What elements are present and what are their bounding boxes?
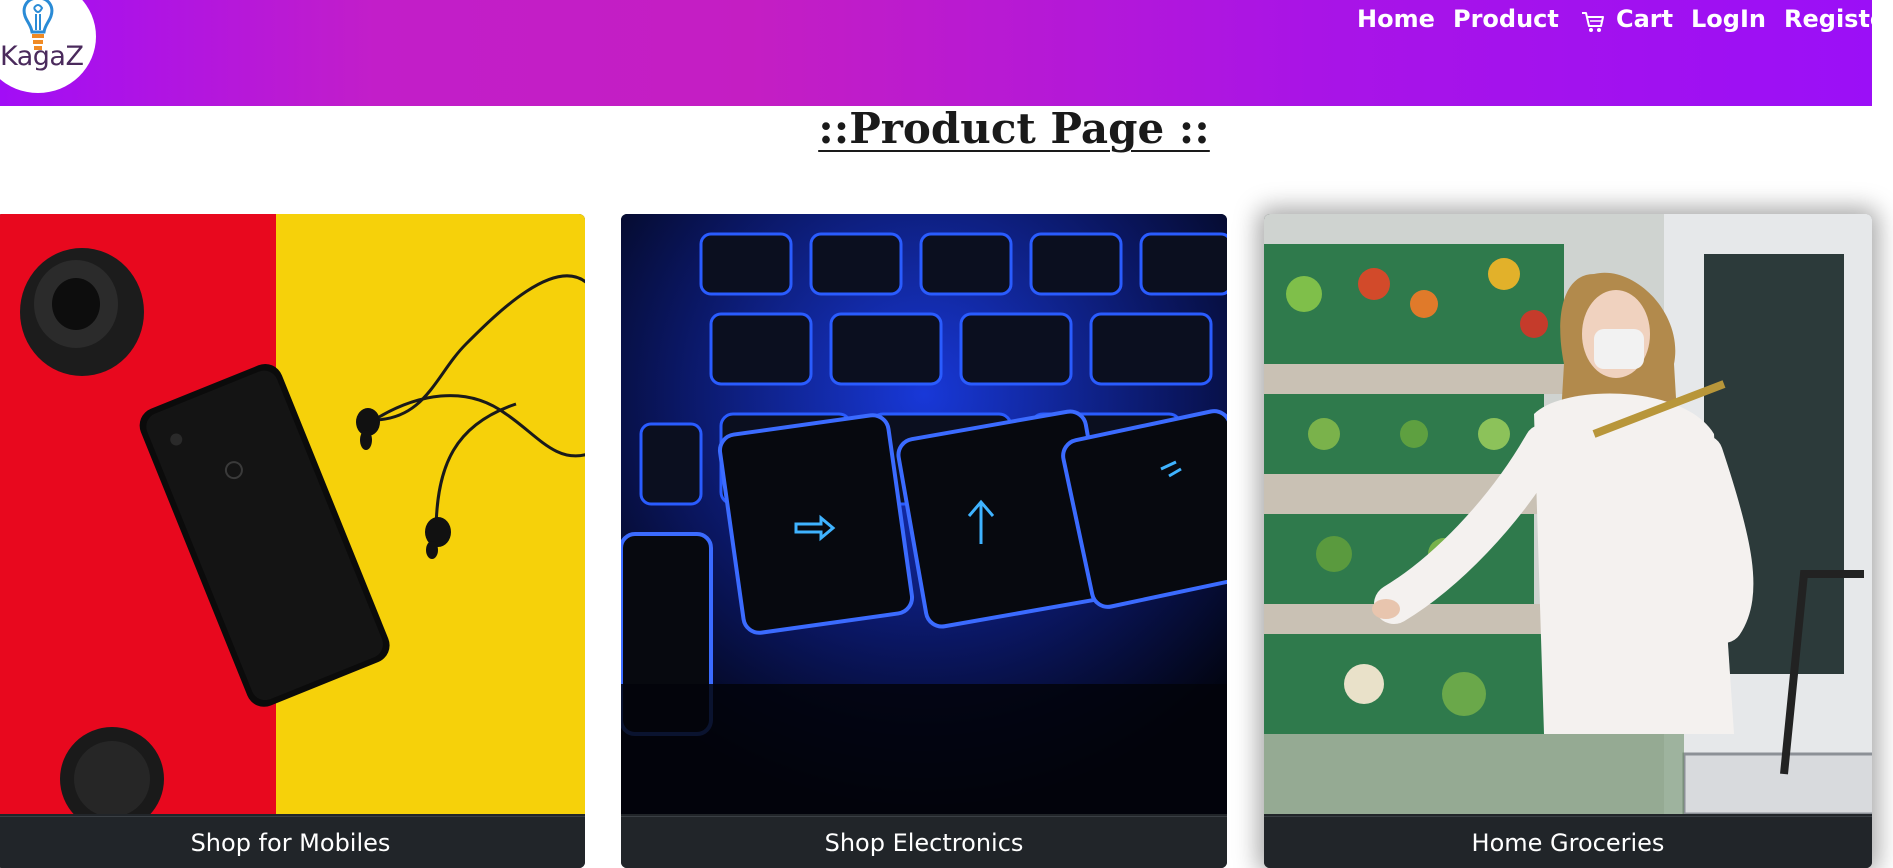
nav-cart-label: Cart xyxy=(1616,5,1674,33)
groceries-image xyxy=(1264,214,1872,814)
electronics-image xyxy=(621,214,1227,814)
nav-product-link[interactable]: Product xyxy=(1453,2,1559,36)
product-card-electronics: Shop Electronics xyxy=(621,214,1227,868)
brand-logo[interactable]: KagaZ xyxy=(0,0,96,93)
cart-icon xyxy=(1582,12,1604,32)
nav-login-link[interactable]: LogIn xyxy=(1691,2,1766,36)
nav-register-link[interactable]: Register xyxy=(1784,2,1893,36)
nav-home-link[interactable]: Home xyxy=(1357,2,1435,36)
brand-name: KagaZ xyxy=(0,41,84,72)
nav-cart-link[interactable]: Cart xyxy=(1580,2,1673,36)
product-card-groceries: Home Groceries xyxy=(1264,214,1872,868)
shop-mobiles-button[interactable]: Shop for Mobiles xyxy=(0,816,585,868)
shop-groceries-button[interactable]: Home Groceries xyxy=(1264,816,1872,868)
page-title: ::Product Page :: xyxy=(818,104,1210,153)
navbar: KagaZ Home Product Cart LogIn Register xyxy=(0,0,1893,106)
mobiles-image xyxy=(0,214,585,814)
product-card-mobiles: Shop for Mobiles xyxy=(0,214,585,868)
shop-electronics-button[interactable]: Shop Electronics xyxy=(621,816,1227,868)
product-page: KagaZ Home Product Cart LogIn Register :… xyxy=(0,0,1893,868)
